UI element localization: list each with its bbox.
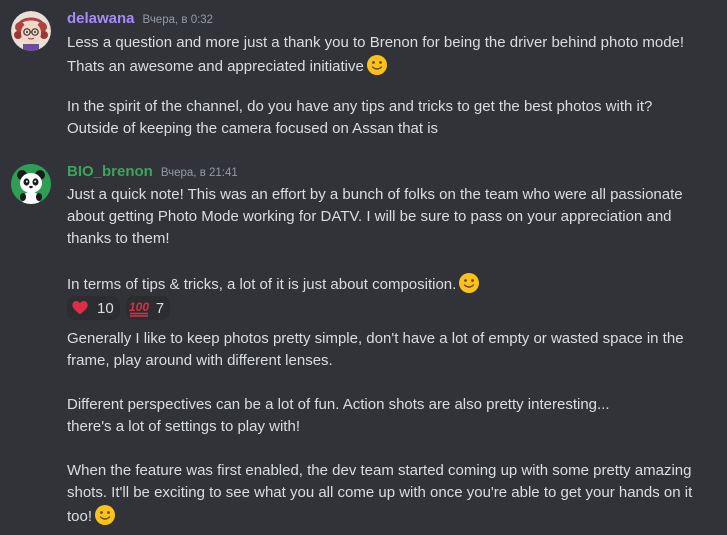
- slightly-smiling-face-icon: [95, 505, 116, 525]
- message-line: Less a question and more just a thank yo…: [67, 34, 685, 51]
- reaction-hundred[interactable]: 100 7: [125, 296, 171, 320]
- hundred-points-icon: 100: [128, 297, 150, 319]
- reaction-heart[interactable]: 10: [67, 296, 120, 320]
- message-line-text: too!: [67, 508, 93, 525]
- message-line-text: In terms of tips & tricks, a lot of it i…: [67, 276, 457, 293]
- message-line: frame, play around with different lenses…: [67, 352, 333, 369]
- svg-text:100: 100: [129, 300, 149, 314]
- message-line: shots. It'll be exciting to see what you…: [67, 484, 693, 501]
- message-line: there's a lot of settings to play with!: [67, 418, 300, 435]
- slightly-smiling-face-icon: [366, 55, 387, 75]
- avatar-delawana[interactable]: [11, 11, 51, 51]
- timestamp: Вчера, в 0:32: [142, 14, 214, 26]
- message-line: When the feature was first enabled, the …: [67, 462, 692, 479]
- panda-avatar-icon: [11, 164, 51, 204]
- message-line: thanks to them!: [67, 230, 170, 247]
- message-line: In the spirit of the channel, do you hav…: [67, 98, 653, 115]
- message-line: Outside of keeping the camera focused on…: [67, 120, 439, 137]
- cartoon-girl-avatar-icon: [11, 11, 51, 51]
- message-line: about getting Photo Mode working for DAT…: [67, 208, 672, 225]
- username[interactable]: delawana: [67, 10, 135, 27]
- reactions-bar: 10 100 7: [67, 296, 171, 320]
- message-line: Generally I like to keep photos pretty s…: [67, 330, 684, 347]
- avatar-bio-brenon[interactable]: [11, 164, 51, 204]
- message-line: Different perspectives can be a lot of f…: [67, 396, 610, 413]
- reaction-count: 7: [155, 299, 165, 317]
- reaction-count: 10: [97, 299, 114, 317]
- message-line: Just a quick note! This was an effort by…: [67, 186, 683, 203]
- message-line: In terms of tips & tricks, a lot of it i…: [67, 272, 480, 296]
- message-line-text: Thats an awesome and appreciated initiat…: [67, 58, 364, 75]
- timestamp: Вчера, в 21:41: [160, 167, 238, 179]
- slightly-smiling-face-icon: [459, 273, 480, 293]
- heart-icon: [69, 297, 91, 319]
- message-line: too!: [67, 504, 116, 528]
- message-line: Thats an awesome and appreciated initiat…: [67, 54, 388, 78]
- username[interactable]: BIO_brenon: [67, 163, 153, 180]
